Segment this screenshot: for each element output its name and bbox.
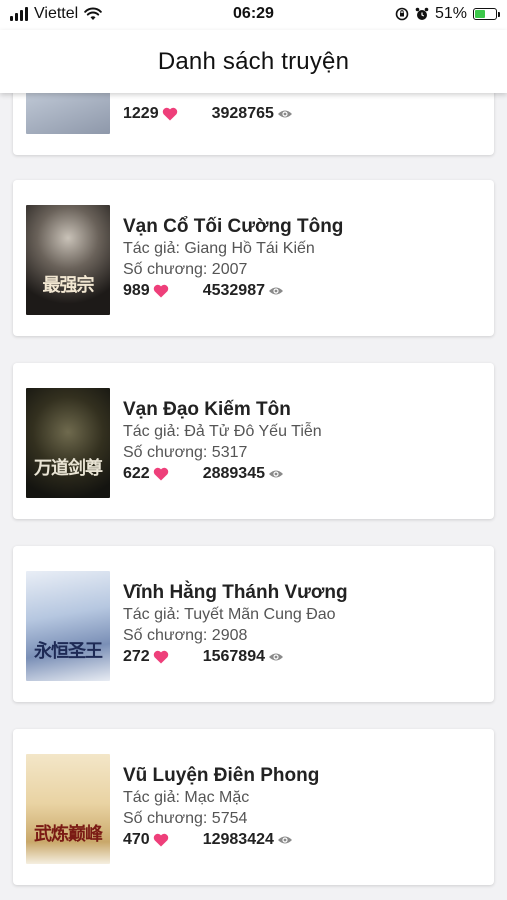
eye-icon	[269, 287, 283, 294]
like-count: 470	[123, 831, 150, 848]
book-cover-text: 万道剑尊	[34, 458, 103, 479]
book-cover: 永恒圣王	[26, 571, 110, 681]
book-author: Tác giả: Tuyết Mãn Cung Đao	[123, 606, 336, 623]
book-title: Vạn Đạo Kiếm Tôn	[123, 399, 291, 420]
view-count-wrap: 1567894	[203, 646, 284, 667]
book-title: Vĩnh Hằng Thánh Vương	[123, 582, 348, 603]
heart-icon	[162, 107, 177, 120]
book-cover: 武炼巅峰	[26, 754, 110, 864]
eye-icon	[269, 653, 283, 660]
battery-percent: 51%	[434, 5, 467, 22]
book-list[interactable]: 1229 3928765 最强宗 Vạn Cổ Tối Cường Tông T…	[0, 93, 507, 900]
status-bar: Viettel 06:29 51%	[0, 0, 507, 30]
book-card[interactable]: 万道剑尊 Vạn Đạo Kiếm Tôn Tác giả: Đả Tử Đô …	[13, 363, 494, 519]
alarm-icon	[415, 7, 429, 20]
book-cover: 最强宗	[26, 205, 110, 315]
book-info: Vạn Cổ Tối Cường Tông Tác giả: Giang Hồ …	[123, 215, 483, 301]
book-card[interactable]: 最强宗 Vạn Cổ Tối Cường Tông Tác giả: Giang…	[13, 180, 494, 336]
book-cover-text: 最强宗	[42, 275, 95, 296]
book-stats: 989 4532987	[123, 280, 483, 301]
like-count: 1229	[123, 105, 159, 122]
battery-fill	[475, 10, 486, 18]
book-chapters: Số chương: 2007	[123, 261, 248, 278]
book-author: Tác giả: Đả Tử Đô Yếu Tiễn	[123, 423, 322, 440]
app-header: Danh sách truyện	[0, 30, 507, 93]
book-author: Tác giả: Giang Hồ Tái Kiến	[123, 240, 315, 257]
book-card[interactable]: 武炼巅峰 Vũ Luyện Điên Phong Tác giả: Mạc Mặ…	[13, 729, 494, 885]
eye-icon	[277, 110, 292, 117]
heart-icon	[153, 833, 168, 846]
book-info: 1229 3928765	[123, 103, 483, 124]
battery-icon	[473, 8, 500, 20]
book-cover-text: 武炼巅峰	[34, 824, 103, 845]
like-count: 272	[123, 648, 150, 665]
heart-icon	[153, 467, 168, 480]
book-info: Vĩnh Hằng Thánh Vương Tác giả: Tuyết Mãn…	[123, 581, 483, 667]
book-card[interactable]: 1229 3928765	[13, 93, 494, 155]
view-count: 4532987	[202, 282, 265, 299]
status-right: 51%	[395, 5, 500, 23]
book-title: Vạn Cổ Tối Cường Tông	[123, 216, 344, 237]
book-stats: 622 2889345	[123, 463, 483, 484]
eye-icon	[277, 836, 292, 843]
book-cover-text: 永恒圣王	[34, 641, 103, 662]
orientation-lock-icon	[395, 7, 409, 21]
book-stats: 272 1567894	[123, 646, 483, 667]
view-count-wrap: 3928765	[212, 103, 293, 124]
heart-icon	[153, 284, 168, 297]
view-count-wrap: 2889345	[203, 463, 284, 484]
book-chapters: Số chương: 5317	[123, 444, 248, 461]
view-count-wrap: 12983424	[203, 829, 293, 850]
view-count: 2889345	[202, 465, 265, 482]
book-author: Tác giả: Mạc Mặc	[123, 789, 250, 806]
eye-icon	[269, 470, 283, 477]
view-count: 12983424	[202, 831, 274, 848]
view-count: 1567894	[202, 648, 265, 665]
book-chapters: Số chương: 5754	[123, 810, 248, 827]
book-info: Vạn Đạo Kiếm Tôn Tác giả: Đả Tử Đô Yếu T…	[123, 398, 483, 484]
book-cover	[26, 93, 110, 134]
like-count: 989	[123, 282, 150, 299]
book-chapters: Số chương: 2908	[123, 627, 248, 644]
book-card[interactable]: 永恒圣王 Vĩnh Hằng Thánh Vương Tác giả: Tuyế…	[13, 546, 494, 702]
book-cover: 万道剑尊	[26, 388, 110, 498]
like-count: 622	[123, 465, 150, 482]
view-count-wrap: 4532987	[203, 280, 284, 301]
page-title: Danh sách truyện	[157, 47, 350, 75]
heart-icon	[153, 650, 168, 663]
view-count: 3928765	[211, 105, 274, 122]
book-title: Vũ Luyện Điên Phong	[123, 765, 320, 786]
book-stats: 470 12983424	[123, 829, 483, 850]
book-stats: 1229 3928765	[123, 103, 483, 124]
book-info: Vũ Luyện Điên Phong Tác giả: Mạc Mặc Số …	[123, 764, 483, 850]
